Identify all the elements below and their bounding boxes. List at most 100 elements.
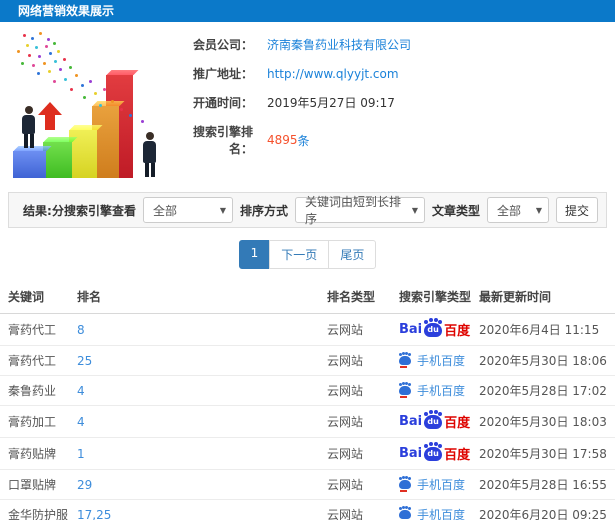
column-header: 排名 [77, 280, 327, 314]
baidu-mobile-badge: 手机百度 [399, 476, 465, 493]
table-row: 口罩贴牌 29 云网站 手机百度 2020年5月28日 16:55 [0, 469, 615, 500]
updated-cell: 2020年5月30日 18:03 [479, 405, 615, 438]
engine-cell: Bai du 百度 [399, 405, 479, 438]
page-button[interactable]: 尾页 [328, 240, 377, 269]
keyword-cell: 膏药代工 [0, 345, 77, 376]
table-row: 膏药代工 8 云网站 Bai du 百度 2020年6月4日 11:15 [0, 313, 615, 346]
businessman-figure-left [22, 106, 35, 148]
info-field-link[interactable]: 济南秦鲁药业科技有限公司 [267, 36, 411, 53]
keyword-cell: 秦鲁药业 [0, 375, 77, 406]
baidu-logo-text: Bai [399, 446, 423, 461]
summary-section: 会员公司： 济南秦鲁药业科技有限公司推广地址： http://www.qlyyjt.… [0, 22, 615, 184]
column-header: 排名类型 [327, 280, 399, 314]
rank-type-cell: 云网站 [327, 437, 399, 470]
baidu-cn-text: 百度 [444, 416, 471, 431]
baidu-paw-icon: du [424, 443, 443, 461]
baidu-mobile-label: 手机百度 [417, 354, 466, 368]
baidu-mobile-badge: 手机百度 [399, 382, 465, 399]
results-heading: 结果: [23, 203, 52, 218]
column-header: 搜索引擎类型 [399, 280, 479, 314]
rank-link[interactable]: 1 [77, 437, 327, 470]
rank-link[interactable]: 4 [77, 375, 327, 406]
info-row: 推广地址： http://www.qlyyjt.com [175, 65, 607, 82]
column-header: 最新更新时间 [479, 280, 615, 314]
page-button[interactable]: 下一页 [269, 240, 330, 269]
info-field-label: 开通时间： [192, 96, 253, 110]
baidu-du-text: du [427, 449, 439, 458]
promo-graphic [5, 30, 175, 182]
table-row: 金华防护服 17,25 云网站 手机百度 2020年6月20日 09:25 [0, 499, 615, 520]
baidu-du-text: du [427, 325, 439, 334]
baidu-cn-text: 百度 [444, 448, 471, 463]
baidu-mobile-icon [399, 383, 411, 398]
app-titlebar: 网络营销效果展示 [0, 0, 615, 22]
keyword-cell: 膏药贴牌 [0, 437, 77, 470]
table-row: 膏药贴牌 1 云网站 Bai du 百度 2020年5月30日 17:58 [0, 437, 615, 470]
info-field-suffix: 条 [297, 133, 310, 148]
page-title: 网络营销效果展示 [18, 4, 115, 18]
updated-cell: 2020年6月20日 09:25 [479, 499, 615, 520]
table-header-row: 关键词 排名 排名类型 搜索引擎类型 最新更新时间 [0, 280, 615, 314]
baidu-mobile-badge: 手机百度 [399, 506, 465, 520]
baidu-logo-text: Bai [399, 322, 423, 337]
table-row: 膏药代工 25 云网站 手机百度 2020年5月30日 18:06 [0, 345, 615, 376]
filter-selected-value: 全部 [497, 203, 522, 218]
rank-link[interactable]: 25 [77, 345, 327, 376]
rank-link[interactable]: 8 [77, 313, 327, 346]
baidu-pc-logo: Bai du 百度 [399, 443, 471, 463]
rank-type-cell: 云网站 [327, 375, 399, 406]
baidu-mobile-label: 手机百度 [417, 478, 466, 492]
updated-cell: 2020年5月30日 18:06 [479, 345, 615, 376]
baidu-du-text: du [427, 417, 439, 426]
filter-label: 分搜索引擎查看 [51, 203, 136, 218]
engine-cell: Bai du 百度 [399, 437, 479, 470]
baidu-mobile-icon [399, 477, 411, 492]
info-row: 开通时间： 2019年5月27日 09:17 [175, 94, 607, 111]
filter-label: 文章类型 [431, 203, 480, 218]
updated-cell: 2020年5月28日 17:02 [479, 375, 615, 406]
baidu-mobile-icon [399, 507, 411, 519]
baidu-mobile-badge: 手机百度 [399, 352, 465, 369]
up-arrow-icon [38, 102, 62, 130]
table-row: 膏药加工 4 云网站 Bai du 百度 2020年5月30日 18:03 [0, 405, 615, 438]
updated-cell: 2020年6月4日 11:15 [479, 313, 615, 346]
baidu-mobile-icon [399, 353, 411, 368]
pagination: 1 下一页 尾页 [0, 240, 615, 269]
table-row: 秦鲁药业 4 云网站 手机百度 2020年5月28日 17:02 [0, 375, 615, 406]
engine-cell: 手机百度 [399, 375, 479, 406]
rank-type-cell: 云网站 [327, 499, 399, 520]
baidu-mobile-label: 手机百度 [417, 384, 466, 398]
info-field-value: 4895 [267, 133, 298, 147]
results-panel-heading: 结果: 分搜索引擎查看 全部 ▼ 排序方式 关键词由短到长排序 ▼ 文章类型 全部 ▼ 提交 [8, 192, 607, 228]
confetti-dots [23, 34, 26, 37]
filter-label: 排序方式 [239, 203, 288, 218]
engine-cell: 手机百度 [399, 345, 479, 376]
submit-button[interactable]: 提交 [556, 197, 598, 223]
filter-select[interactable]: 全部 ▼ [142, 197, 233, 223]
ranking-table: 关键词 排名 排名类型 搜索引擎类型 最新更新时间 膏药代工 8 云网站 Bai du 百度 202… [0, 280, 615, 520]
info-field-link[interactable]: http://www.qlyyjt.com [267, 67, 399, 81]
baidu-logo-text: Bai [399, 414, 423, 429]
rank-type-cell: 云网站 [327, 469, 399, 500]
chevron-down-icon: ▼ [219, 205, 226, 215]
baidu-pc-logo: Bai du 百度 [399, 411, 471, 431]
rank-type-cell: 云网站 [327, 313, 399, 346]
filter-bar: 分搜索引擎查看 全部 ▼ 排序方式 关键词由短到长排序 ▼ 文章类型 全部 ▼ 提交 [51, 195, 598, 226]
member-info-list: 会员公司： 济南秦鲁药业科技有限公司推广地址： http://www.qlyyjt.… [175, 30, 607, 180]
chevron-down-icon: ▼ [411, 205, 418, 215]
rank-link[interactable]: 4 [77, 405, 327, 438]
column-header: 关键词 [0, 280, 77, 314]
info-field-label: 会员公司： [192, 38, 253, 52]
filter-select[interactable]: 关键词由短到长排序 ▼ [294, 195, 425, 226]
keyword-cell: 口罩贴牌 [0, 469, 77, 500]
baidu-mobile-label: 手机百度 [417, 508, 466, 520]
page-button-active[interactable]: 1 [238, 240, 271, 269]
rank-link[interactable]: 29 [77, 469, 327, 500]
businessman-figure-right [143, 132, 156, 177]
keyword-cell: 膏药代工 [0, 313, 77, 346]
rank-type-cell: 云网站 [327, 405, 399, 438]
rank-link[interactable]: 17,25 [77, 499, 327, 520]
filter-select[interactable]: 全部 ▼ [487, 197, 549, 223]
keyword-cell: 膏药加工 [0, 405, 77, 438]
info-field-value: 2019年5月27日 09:17 [267, 96, 395, 110]
